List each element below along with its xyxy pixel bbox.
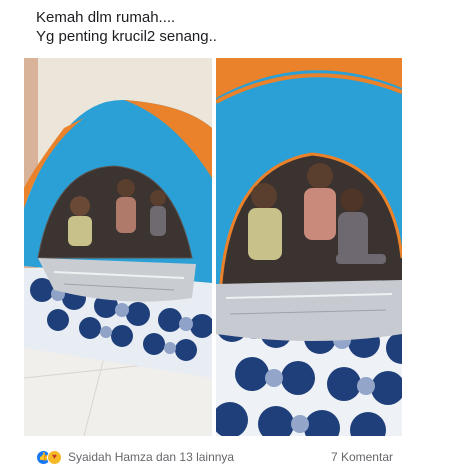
- reactors-text[interactable]: Syaidah Hamza dan 13 lainnya: [68, 450, 234, 464]
- tent-photo-2-image: [216, 58, 402, 436]
- care-icon: ♥: [47, 449, 62, 465]
- post-caption: Kemah dlm rumah.... Yg penting krucil2 s…: [36, 8, 217, 46]
- post-footer: 👍 ♥ Syaidah Hamza dan 13 lainnya 7 Komen…: [36, 448, 393, 466]
- reaction-icons[interactable]: 👍 ♥: [36, 449, 62, 465]
- caption-line-2: Yg penting krucil2 senang..: [36, 28, 217, 45]
- tent-photo-1-image: [24, 58, 212, 436]
- post-photo-2[interactable]: [216, 58, 402, 436]
- comments-count[interactable]: 7 Komentar: [331, 450, 393, 464]
- post-photo-1[interactable]: [24, 58, 212, 436]
- facebook-post: Kemah dlm rumah.... Yg penting krucil2 s…: [0, 0, 469, 469]
- caption-line-1: Kemah dlm rumah....: [36, 9, 176, 26]
